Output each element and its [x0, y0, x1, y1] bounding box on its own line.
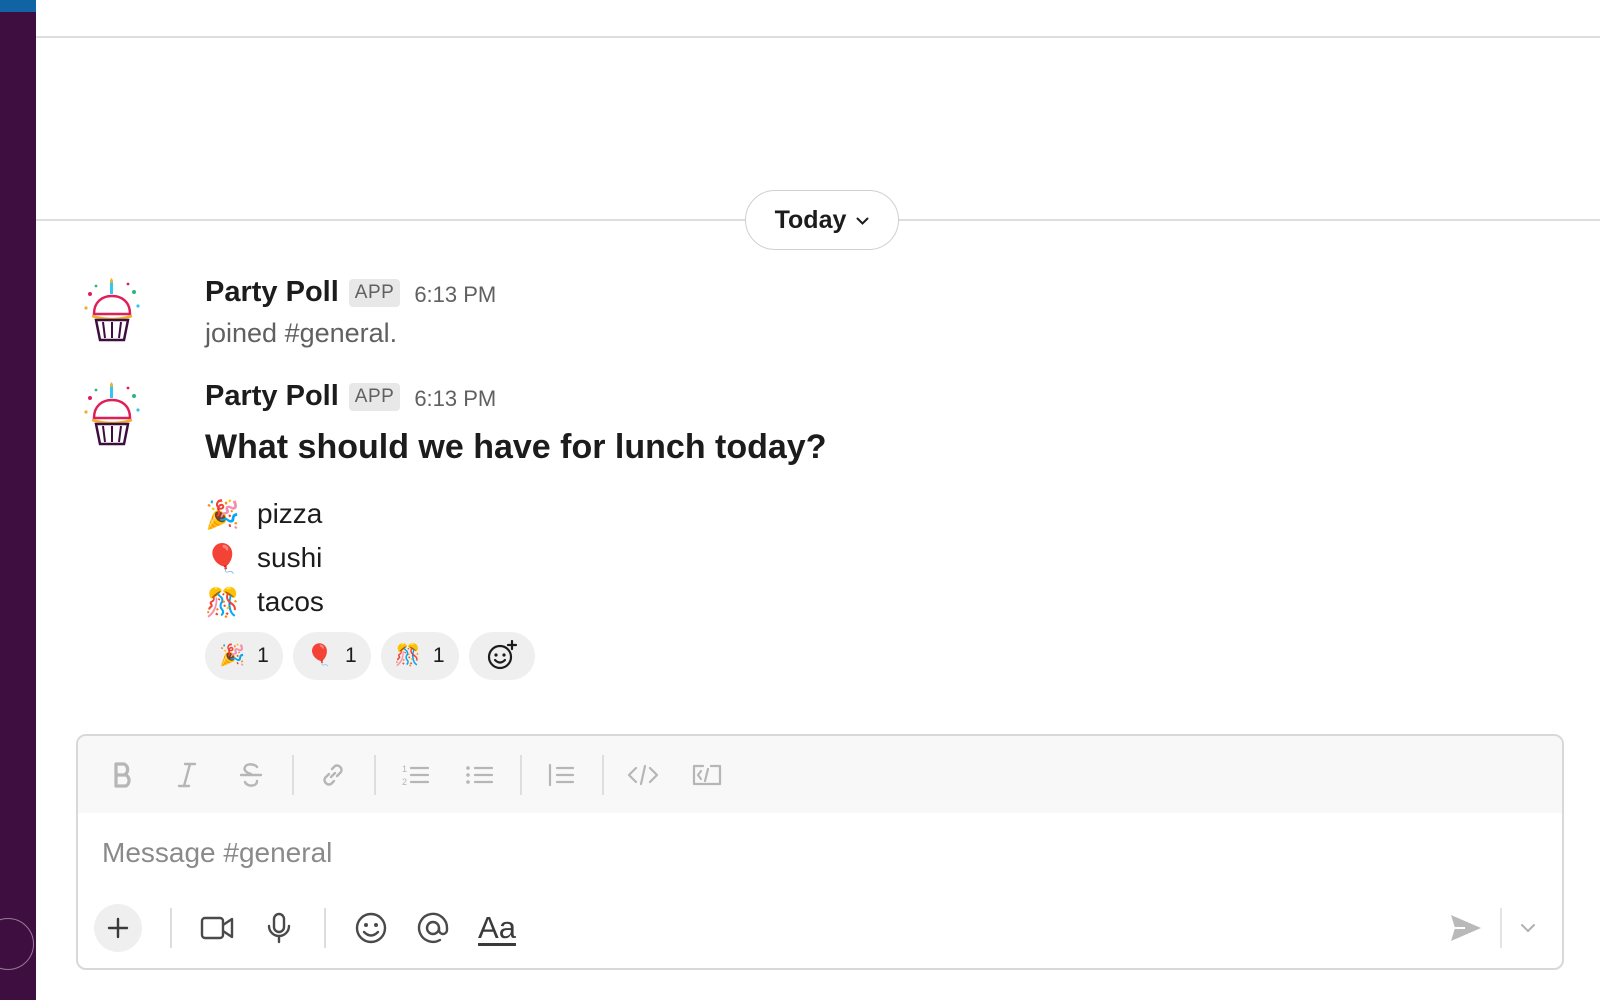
- header-divider: [36, 36, 1600, 38]
- poll-option-label: pizza: [257, 498, 323, 529]
- date-divider-button[interactable]: Today: [745, 190, 899, 250]
- link-button[interactable]: [308, 750, 358, 800]
- emoji-icon: [355, 912, 387, 944]
- link-icon: [323, 763, 343, 786]
- ordered-list-icon: 12: [402, 764, 430, 787]
- strikethrough-icon: [239, 762, 263, 787]
- app-badge: APP: [348, 382, 401, 411]
- video-clip-button[interactable]: [192, 903, 242, 953]
- schedule-send-dropdown[interactable]: [1510, 902, 1546, 954]
- composer-actions: Aa: [94, 900, 530, 956]
- confetti-ball-icon: 🎊: [394, 644, 421, 667]
- send-button[interactable]: [1440, 902, 1492, 954]
- reaction-pill[interactable]: 🎈 1: [292, 632, 371, 680]
- video-icon: [200, 916, 234, 940]
- date-divider-label: Today: [774, 205, 847, 234]
- reaction-bar: 🎉 1 🎈 1 🎊 1: [205, 632, 535, 680]
- channel-main-pane: Today Party Poll APP 6:13 PM joined #gen…: [36, 0, 1600, 1000]
- poll-option: 🎈 sushi: [205, 536, 324, 580]
- reaction-pill[interactable]: 🎉 1: [205, 632, 283, 680]
- party-popper-icon: 🎉: [219, 644, 246, 667]
- party-poll-avatar[interactable]: [76, 276, 148, 348]
- toolbar-separator: [170, 908, 172, 948]
- svg-text:2: 2: [402, 777, 407, 787]
- code-block-icon: [692, 764, 722, 785]
- message-timestamp[interactable]: 6:13 PM: [414, 386, 496, 412]
- poll-option: 🎊 tacos: [205, 580, 324, 624]
- microphone-icon: [267, 912, 291, 944]
- cupcake-icon: [84, 382, 140, 446]
- reaction-pill[interactable]: 🎊 1: [380, 632, 459, 680]
- reaction-count: 1: [432, 644, 445, 667]
- bold-button[interactable]: [98, 750, 148, 800]
- code-button[interactable]: [618, 750, 668, 800]
- sidebar-circle-button[interactable]: [0, 918, 34, 970]
- chevron-down-icon: [1521, 924, 1535, 933]
- message-composer: 12 Message #general Aa: [76, 734, 1564, 970]
- workspace-sidebar: [0, 0, 36, 1000]
- toolbar-separator: [520, 754, 522, 795]
- poll-option: 🎉 pizza: [205, 492, 324, 536]
- attach-button[interactable]: [94, 904, 142, 952]
- mention-button[interactable]: [408, 903, 458, 953]
- bulleted-list-icon: [466, 765, 494, 784]
- plus-icon: [107, 917, 129, 939]
- toolbar-separator: [324, 908, 326, 948]
- message-header: Party Poll APP 6:13 PM: [205, 380, 496, 413]
- message-join: Party Poll APP 6:13 PM joined #general.: [76, 276, 1576, 356]
- message-poll: Party Poll APP 6:13 PM What should we ha…: [76, 380, 1576, 690]
- add-reaction-button[interactable]: [468, 632, 535, 680]
- party-popper-icon: 🎉: [205, 498, 240, 530]
- code-icon: [627, 764, 659, 785]
- formatting-icon: Aa: [478, 910, 516, 945]
- formatting-toggle-button[interactable]: Aa: [470, 903, 524, 953]
- svg-text:1: 1: [402, 764, 407, 774]
- poll-question: What should we have for lunch today?: [205, 428, 827, 466]
- poll-option-label: tacos: [257, 586, 324, 617]
- balloon-icon: 🎈: [306, 644, 333, 667]
- strikethrough-button[interactable]: [226, 750, 276, 800]
- cupcake-icon: [84, 278, 140, 342]
- italic-icon: [177, 762, 197, 787]
- app-badge: APP: [348, 278, 401, 307]
- toolbar-separator: [602, 754, 604, 795]
- toolbar-separator: [292, 754, 294, 795]
- bulleted-list-button[interactable]: [454, 750, 504, 800]
- blockquote-icon: [548, 763, 575, 786]
- poll-options: 🎉 pizza 🎈 sushi 🎊 tacos: [205, 492, 324, 624]
- balloon-icon: 🎈: [205, 542, 240, 574]
- toolbar-separator: [1500, 908, 1502, 948]
- message-text: joined #general.: [205, 318, 398, 348]
- poll-option-label: sushi: [257, 542, 323, 573]
- sidebar-accent: [0, 0, 36, 12]
- reaction-count: 1: [257, 644, 269, 667]
- ordered-list-button[interactable]: 12: [390, 750, 440, 800]
- italic-button[interactable]: [162, 750, 212, 800]
- toolbar-separator: [374, 754, 376, 795]
- blockquote-button[interactable]: [536, 750, 586, 800]
- bold-icon: [114, 761, 131, 788]
- formatting-toolbar: 12: [78, 736, 1562, 813]
- audio-clip-button[interactable]: [254, 903, 304, 953]
- sender-name[interactable]: Party Poll: [205, 276, 339, 309]
- message-timestamp[interactable]: 6:13 PM: [414, 282, 496, 308]
- code-block-button[interactable]: [682, 750, 732, 800]
- mention-icon: [417, 912, 449, 944]
- message-header: Party Poll APP 6:13 PM: [205, 276, 496, 309]
- send-icon: [1451, 915, 1481, 941]
- emoji-button[interactable]: [346, 903, 396, 953]
- reaction-count: 1: [345, 644, 357, 667]
- party-poll-avatar[interactable]: [76, 380, 148, 452]
- send-controls: [1440, 902, 1546, 954]
- chevron-down-icon: [856, 214, 869, 229]
- sender-name[interactable]: Party Poll: [205, 380, 339, 413]
- confetti-ball-icon: 🎊: [205, 586, 240, 618]
- message-input[interactable]: [102, 831, 1502, 875]
- add-reaction-icon: [487, 640, 517, 670]
